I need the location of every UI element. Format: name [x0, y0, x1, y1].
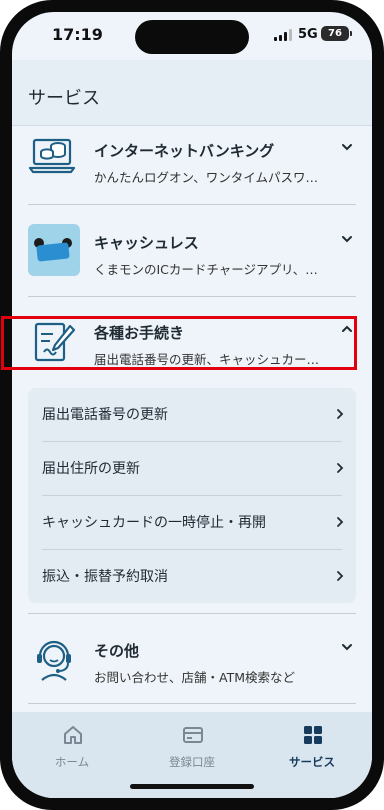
divider — [28, 296, 356, 297]
service-list: インターネットバンキング かんたんログオン、ワンタイムパスワ… キャッシュレス … — [12, 126, 372, 712]
home-icon — [64, 726, 82, 744]
phone-frame: 17:19 5G 76 サービス インターネットバンキング かんたんログオン、ワ… — [0, 0, 384, 810]
tab-label: ホーム — [54, 755, 90, 769]
page-header: サービス — [12, 60, 372, 126]
service-desc: お問い合わせ、店舗・ATM検索など — [94, 670, 296, 685]
grid-icon — [304, 726, 322, 744]
service-cashless[interactable]: キャッシュレス くまモンのICカードチャージアプリ、… — [28, 222, 356, 278]
tab-label: サービス — [289, 755, 335, 769]
service-name: キャッシュレス — [94, 234, 199, 252]
tab-services[interactable]: サービス — [252, 724, 372, 774]
headset-icon — [37, 640, 71, 681]
app-screen: 17:19 5G 76 サービス インターネットバンキング かんたんログオン、ワ… — [12, 12, 372, 798]
procedure-transfer-cancel[interactable]: 振込・振替予約取消 — [28, 550, 356, 603]
procedure-label: キャッシュカードの一時停止・再開 — [42, 515, 266, 531]
service-name: インターネットバンキング — [94, 142, 275, 160]
chevron-right-icon — [337, 517, 344, 527]
tab-home[interactable]: ホーム — [12, 724, 132, 774]
network-type: 5G — [298, 27, 318, 42]
tab-accounts[interactable]: 登録口座 — [132, 724, 252, 774]
procedures-submenu: 届出電話番号の更新 届出住所の更新 キャッシュカードの一時停止・再開 振込・振替… — [28, 388, 356, 603]
procedure-address-update[interactable]: 届出住所の更新 — [28, 442, 356, 495]
divider — [28, 703, 356, 704]
service-desc: かんたんログオン、ワンタイムパスワ… — [94, 170, 319, 185]
chevron-right-icon — [337, 409, 344, 419]
chevron-right-icon — [337, 571, 344, 581]
tab-label: 登録口座 — [169, 755, 215, 769]
account-card-icon — [183, 727, 203, 743]
procedure-phone-update[interactable]: 届出電話番号の更新 — [28, 388, 356, 441]
procedure-label: 届出電話番号の更新 — [42, 407, 168, 423]
signal-icon — [274, 29, 294, 41]
chevron-right-icon — [337, 463, 344, 473]
chevron-down-icon — [342, 144, 352, 151]
dynamic-island — [135, 20, 249, 54]
computer-coins-icon — [28, 138, 76, 174]
service-desc: くまモンのICカードチャージアプリ、… — [94, 262, 318, 277]
divider — [28, 204, 356, 205]
home-indicator — [130, 784, 254, 789]
service-internet-banking[interactable]: インターネットバンキング かんたんログオン、ワンタイムパスワ… — [28, 128, 356, 185]
status-bar: 17:19 5G 76 — [12, 12, 372, 60]
cashless-card-image — [28, 224, 80, 276]
service-other[interactable]: その他 お問い合わせ、店舗・ATM検索など — [28, 632, 356, 688]
service-name: その他 — [94, 642, 140, 660]
procedure-label: 振込・振替予約取消 — [42, 569, 168, 585]
procedure-label: 届出住所の更新 — [42, 461, 140, 477]
battery-icon: 76 — [321, 26, 352, 41]
highlight-box — [1, 316, 357, 370]
page-title: サービス — [28, 88, 100, 109]
procedure-card-suspend[interactable]: キャッシュカードの一時停止・再開 — [28, 496, 356, 549]
status-time: 17:19 — [52, 25, 103, 44]
divider — [28, 613, 356, 614]
chevron-down-icon — [342, 644, 352, 651]
chevron-down-icon — [342, 236, 352, 243]
